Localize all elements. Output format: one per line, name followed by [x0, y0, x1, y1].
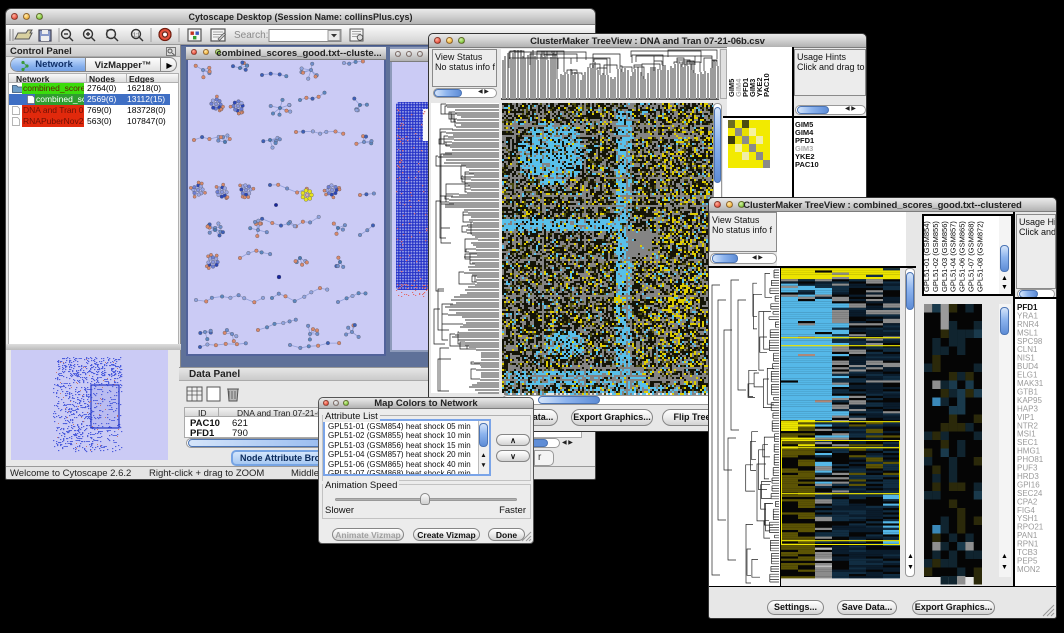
svg-text:PAC10: PAC10 [795, 160, 819, 169]
svg-text:Search:: Search: [234, 30, 268, 41]
svg-text:GPL51-01 (GSM854): GPL51-01 (GSM854) [922, 221, 931, 292]
svg-text:1:1: 1:1 [133, 33, 140, 39]
svg-text:GPL51-06 (GSM865): GPL51-06 (GSM865) [958, 221, 967, 292]
svg-text:GPL51-03 (GSM856): GPL51-03 (GSM856) [940, 221, 949, 292]
svg-text:MON2: MON2 [1017, 565, 1041, 574]
svg-text:GPL51-04 (GSM857): GPL51-04 (GSM857) [949, 221, 958, 292]
svg-text:PAC10: PAC10 [762, 73, 771, 97]
svg-text:GPL51-07 (GSM868): GPL51-07 (GSM868) [967, 221, 976, 292]
svg-text:GPL51-02 (GSM855): GPL51-02 (GSM855) [931, 221, 940, 292]
svg-text:GPL51-08 (GSM872): GPL51-08 (GSM872) [975, 221, 984, 292]
